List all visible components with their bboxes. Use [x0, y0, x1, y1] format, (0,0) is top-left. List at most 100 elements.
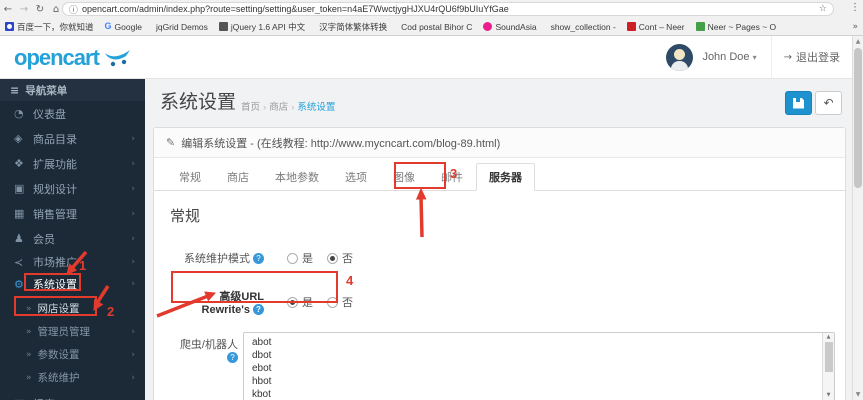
- opencart-logo[interactable]: opencart: [14, 45, 133, 71]
- browser-menu-icon[interactable]: ⋮: [850, 2, 860, 13]
- bookmark-neer-pages[interactable]: Neer ~ Pages ~ O: [695, 22, 776, 32]
- back-icon[interactable]: ←: [0, 4, 16, 15]
- admin-header: opencart John Doe ▾ → 退出登录: [0, 36, 852, 79]
- pencil-icon: ✎: [166, 136, 176, 149]
- submenu-marker-icon: »: [26, 349, 32, 360]
- marketing-icon: ≺: [14, 255, 24, 269]
- sidebar: ≡ 导航菜单 ◔ 仪表盘 ◈ 商品目录 › ❖ 扩展功能 › ▣ 规划设计 › ▦ 销售管理 › ♟…: [0, 79, 145, 400]
- maintenance-no-radio[interactable]: 否: [327, 250, 353, 266]
- url-text[interactable]: opencart.com/admin/index.php?route=setti…: [82, 4, 819, 14]
- reply-icon: ↶: [823, 96, 834, 110]
- sidebar-item-reports[interactable]: ▥报表›: [0, 391, 145, 400]
- user-menu[interactable]: John Doe ▾: [702, 51, 756, 63]
- sidebar-item-catalog[interactable]: ◈ 商品目录 ›: [0, 126, 145, 151]
- bookmark-soundasia[interactable]: SoundAsia: [483, 22, 537, 32]
- bookmark-baidu[interactable]: 百度一下，你就知道: [5, 21, 94, 33]
- chevron-right-icon: ›: [131, 208, 135, 219]
- bookmark-show-collection[interactable]: show_collection -: [548, 22, 616, 32]
- textarea-scrollbar[interactable]: ▲ ▼: [822, 333, 834, 400]
- sidebar-item-sales[interactable]: ▦ 销售管理 ›: [0, 201, 145, 226]
- bookmark-codpostal[interactable]: Cod postal Bihor C: [0, 22, 472, 64]
- chevron-right-icon: ›: [131, 133, 135, 144]
- seo-url-no-radio[interactable]: 否: [327, 294, 353, 310]
- breadcrumb-settings[interactable]: 系统设置: [297, 102, 335, 113]
- maintenance-mode-label: 系统维护模式?: [170, 250, 264, 266]
- screen: ← → ↻ ⌂ ⓘ opencart.com/admin/index.php?r…: [0, 0, 863, 400]
- chevron-right-icon: ›: [131, 279, 135, 289]
- baidu-favicon: [5, 22, 14, 31]
- sidebar-item-extensions[interactable]: ❖ 扩展功能 ›: [0, 151, 145, 176]
- seo-url-radios: 是 否: [287, 294, 367, 310]
- forward-icon[interactable]: →: [16, 4, 32, 15]
- sidebar-item-marketing[interactable]: ≺ 市场推广 ›: [0, 251, 145, 273]
- nav-menu-title: ≡ 导航菜单: [0, 79, 145, 101]
- catalog-icon: ◈: [14, 132, 23, 145]
- design-icon: ▣: [14, 182, 25, 195]
- browser-toolbar: ← → ↻ ⌂ ⓘ opencart.com/admin/index.php?r…: [0, 0, 863, 18]
- bookmark-cont-neer[interactable]: Cont – Neer: [626, 22, 685, 32]
- bookmark-jquery-api[interactable]: jQuery 1.6 API 中文: [218, 21, 305, 33]
- main-content: 系统设置 首页 › 商店 › 系统设置 ↶ ✎ 编辑系统设置 - (在线教程: http…: [145, 79, 852, 400]
- hamburger-icon: ≡: [10, 83, 20, 97]
- bookmark-google[interactable]: G Google: [105, 22, 142, 32]
- cart-icon: [104, 50, 130, 67]
- scrollbar-thumb[interactable]: [854, 48, 862, 188]
- scrollbar-thumb[interactable]: [824, 342, 833, 372]
- scroll-up-icon[interactable]: ▲: [823, 334, 834, 340]
- page-actions: ↶: [785, 91, 842, 115]
- back-button[interactable]: ↶: [815, 91, 842, 115]
- seo-url-yes-radio[interactable]: 是: [287, 294, 313, 310]
- logout-button[interactable]: → 退出登录: [770, 36, 852, 78]
- site-info-icon[interactable]: ⓘ: [69, 3, 78, 16]
- scroll-down-icon[interactable]: ▼: [853, 391, 863, 398]
- soundasia-favicon: [483, 22, 493, 31]
- breadcrumb: 首页 › 商店 › 系统设置: [241, 102, 336, 113]
- sidebar-item-users[interactable]: » 管理员管理 ›: [0, 320, 145, 343]
- chevron-right-icon: ›: [131, 158, 135, 169]
- tab-mail[interactable]: 邮件: [428, 163, 476, 191]
- panel-body: 常规 系统维护模式? 是 否 高级URL Rewrite's? 是 否 爬虫/机…: [154, 191, 845, 400]
- robots-row: 爬虫/机器人? abot dbot ebot hbot kbot lbot ▲ …: [170, 332, 835, 400]
- url-bar[interactable]: ⓘ opencart.com/admin/index.php?route=set…: [62, 2, 834, 16]
- sidebar-item-maintenance[interactable]: » 系统维护 ›: [0, 366, 145, 389]
- tab-server[interactable]: 服务器: [476, 163, 535, 191]
- seo-url-label: 高级URL Rewrite's?: [201, 291, 264, 316]
- sidebar-item-customers[interactable]: ♟ 会员 ›: [0, 226, 145, 251]
- sidebar-item-store-settings[interactable]: » 网店设置: [0, 297, 145, 320]
- chevron-right-icon: ›: [131, 233, 135, 244]
- tab-image[interactable]: 图像: [380, 163, 428, 191]
- bookmark-star-icon[interactable]: ☆: [819, 4, 827, 14]
- sidebar-item-dashboard[interactable]: ◔ 仪表盘: [0, 101, 145, 126]
- panel-heading: ✎ 编辑系统设置 - (在线教程: http://www.mycncart.co…: [154, 128, 845, 158]
- reload-icon[interactable]: ↻: [32, 4, 48, 15]
- scroll-up-icon[interactable]: ▲: [853, 38, 863, 45]
- tab-general[interactable]: 常规: [166, 163, 214, 191]
- user-area: John Doe ▾ → 退出登录: [666, 36, 852, 78]
- breadcrumb-home[interactable]: 首页: [241, 102, 260, 113]
- chevron-right-icon: ›: [131, 257, 135, 267]
- avatar[interactable]: [666, 43, 694, 71]
- sidebar-item-design[interactable]: ▣ 规划设计 ›: [0, 176, 145, 201]
- section-heading: 常规: [170, 208, 201, 225]
- customers-icon: ♟: [14, 232, 24, 245]
- tab-local[interactable]: 本地参数: [262, 163, 332, 191]
- chevron-right-icon: ›: [131, 349, 135, 360]
- bookmark-hanzi[interactable]: 汉字简体繁体转换: [0, 21, 387, 64]
- settings-tabs: 常规 商店 本地参数 选项 图像 邮件 服务器: [154, 158, 845, 191]
- robots-textarea[interactable]: abot dbot ebot hbot kbot lbot: [243, 332, 835, 400]
- save-button[interactable]: [785, 91, 812, 115]
- breadcrumb-store[interactable]: 商店: [269, 102, 288, 113]
- tab-option[interactable]: 选项: [332, 163, 380, 191]
- help-icon: ?: [227, 352, 238, 363]
- bookmark-jqgrid[interactable]: jqGrid Demos: [0, 22, 208, 64]
- tab-store[interactable]: 商店: [214, 163, 262, 191]
- help-icon: ?: [253, 304, 264, 315]
- page-scrollbar[interactable]: ▲ ▼: [852, 36, 863, 400]
- bookmarks-overflow-icon[interactable]: »: [852, 22, 858, 32]
- radio-icon: [327, 296, 338, 308]
- maintenance-yes-radio[interactable]: 是: [287, 250, 313, 266]
- sidebar-item-localisation[interactable]: » 参数设置 ›: [0, 343, 145, 366]
- chevron-down-icon: ▾: [752, 53, 757, 62]
- sidebar-item-system[interactable]: ⚙ 系统设置 ›: [0, 273, 145, 295]
- logout-icon: →: [783, 51, 792, 63]
